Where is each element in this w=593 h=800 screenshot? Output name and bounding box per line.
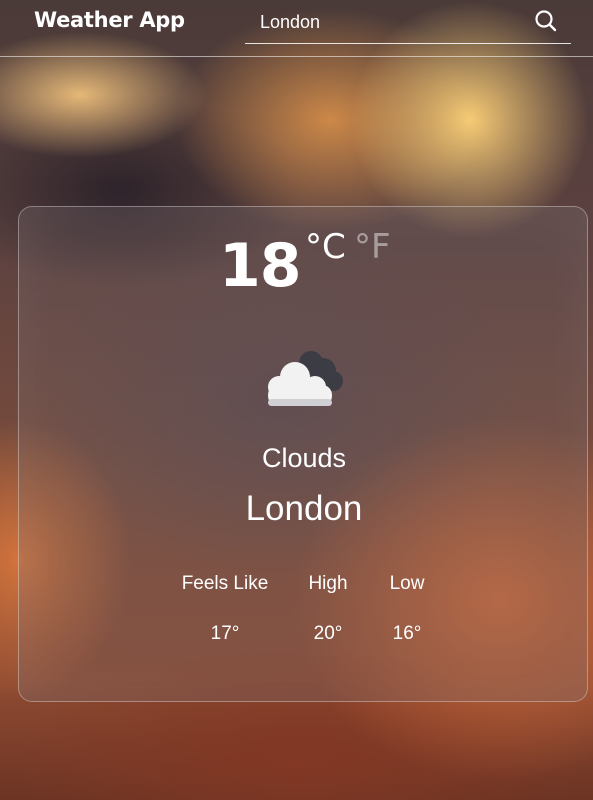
search-bar [245,4,571,44]
clouds-icon [268,351,343,406]
feels-like-value: 17° [210,623,240,644]
search-button[interactable] [533,8,559,34]
high-label: High [308,573,348,594]
feels-like-label: Feels Like [181,573,269,594]
weather-condition: Clouds [261,443,347,473]
high-stat: High 20° [303,573,353,645]
search-input[interactable] [245,4,525,40]
celsius-toggle[interactable]: °C [305,227,346,267]
navbar: Weather App [0,0,593,57]
low-label: Low [389,573,425,594]
app-title: Weather App [34,8,185,32]
search-icon [535,10,557,32]
fahrenheit-toggle[interactable]: °F [354,227,391,267]
temperature-row: 18 °C °F [19,207,589,301]
weather-stats: Feels Like 17° High 20° Low 16° [19,573,589,653]
weather-card: 18 °C °F Clouds London Feels Like 17° Hi… [18,206,588,702]
temperature-value: 18 [219,231,301,301]
low-value: 16° [392,623,422,644]
high-value: 20° [313,623,343,644]
feels-like-stat: Feels Like 17° [180,573,270,645]
low-stat: Low 16° [385,573,429,645]
city-name: London [245,489,363,528]
